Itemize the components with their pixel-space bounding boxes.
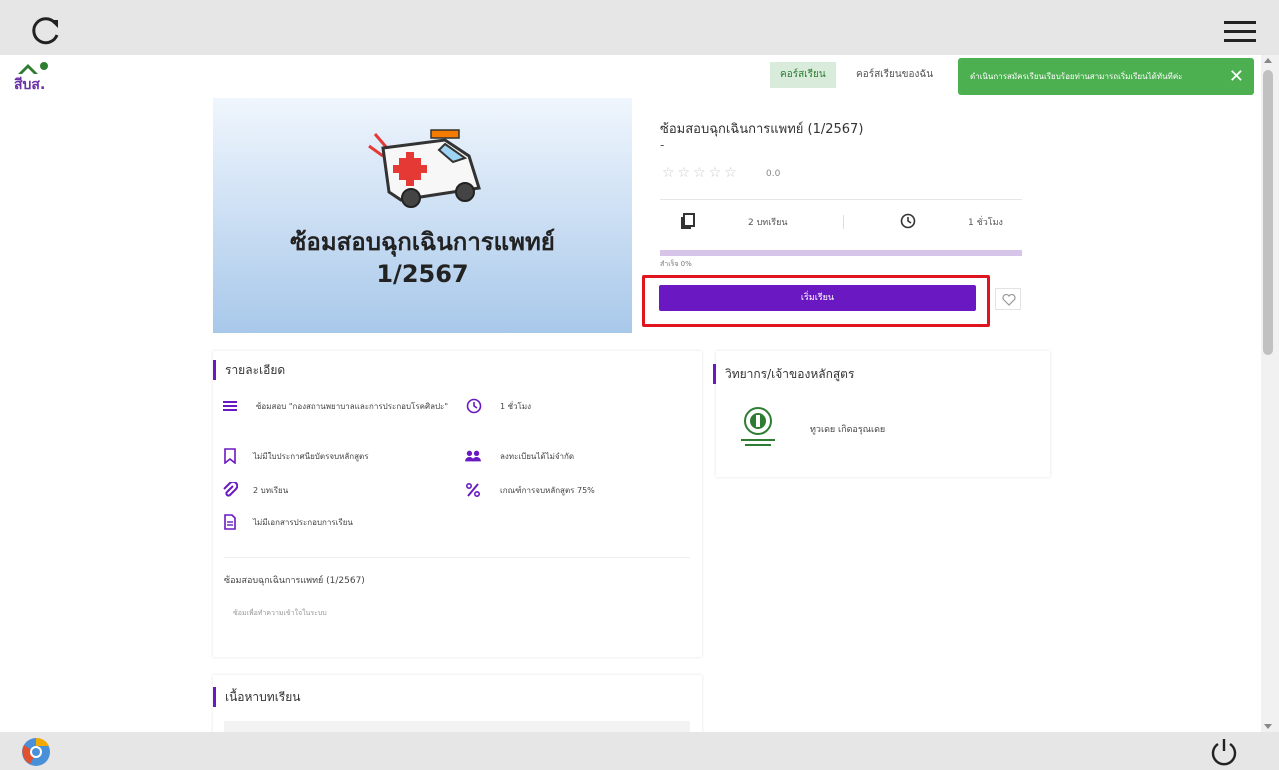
- site-logo-text: สีบส.: [14, 77, 46, 93]
- course-banner: ซ้อมสอบฉุกเฉินการแพทย์ 1/2567: [213, 98, 632, 333]
- detail-enrollment: ลงทะเบียนได้ไม่จำกัด: [500, 452, 575, 461]
- instructor-heading: วิทยากร/เจ้าของหลักสูตร: [713, 364, 854, 384]
- course-description: ซ้อมเพื่อทำความเข้าใจในระบบ: [233, 609, 327, 617]
- divider: [843, 215, 844, 229]
- taskbar: [0, 732, 1279, 770]
- toast-message: ดำเนินการสมัครเรียนเรียบร้อยท่านสามารถเร…: [970, 72, 1183, 81]
- progress-label: สำเร็จ 0%: [660, 260, 692, 268]
- ambulance-icon: [368, 129, 481, 208]
- users-icon: [465, 450, 481, 462]
- rating-value: 0.0: [766, 169, 781, 179]
- paperclip-icon: [223, 482, 238, 497]
- start-learning-button[interactable]: เริ่มเรียน: [659, 285, 976, 311]
- close-icon[interactable]: ✕: [1229, 58, 1244, 95]
- divider: [224, 557, 690, 558]
- detail-certificate: ไม่มีใบประกาศนียบัตรจบหลักสูตร: [253, 452, 369, 461]
- course-duration: 1 ชั่วโมง: [968, 218, 1003, 228]
- detail-criteria: เกณฑ์การจบหลักสูตร 75%: [500, 486, 595, 495]
- scroll-up-arrow-icon[interactable]: [1264, 58, 1272, 63]
- details-heading: รายละเอียด: [213, 360, 285, 380]
- scroll-down-arrow-icon[interactable]: [1264, 724, 1272, 729]
- favorite-button[interactable]: [995, 288, 1021, 310]
- document-icon: [224, 514, 236, 530]
- success-toast: ดำเนินการสมัครเรียนเรียบร้อยท่านสามารถเร…: [958, 58, 1254, 95]
- course-title: ซ้อมสอบฉุกเฉินการแพทย์ (1/2567): [660, 122, 864, 137]
- banner-title-line1: ซ้อมสอบฉุกเฉินการแพทย์: [290, 228, 555, 256]
- hamburger-menu-icon[interactable]: [1222, 17, 1258, 47]
- course-category: ซ้อมสอบ "กองสถานพยาบาลและการประกอบโรคศิล…: [256, 402, 449, 411]
- detail-documents: ไม่มีเอกสารประกอบการเรียน: [253, 518, 353, 527]
- divider: [660, 199, 1022, 200]
- lessons-icon: [681, 213, 695, 229]
- refresh-icon[interactable]: [28, 14, 64, 50]
- organization-logo: [741, 407, 775, 446]
- heart-icon: [1002, 294, 1016, 306]
- nav-tab-my-courses[interactable]: คอร์สเรียนของฉัน: [846, 62, 943, 88]
- bookmark-icon: [224, 448, 236, 464]
- clock-icon: [466, 398, 482, 414]
- detail-lessons: 2 บทเรียน: [253, 486, 289, 495]
- progress-bar: [660, 250, 1022, 256]
- scrollbar-thumb[interactable]: [1263, 70, 1273, 355]
- detail-duration: 1 ชั่วโมง: [500, 402, 532, 411]
- course-subtitle: -: [660, 138, 665, 152]
- web-page: สีบส. คอร์สเรียน คอร์สเรียนของฉัน ดำเนิน…: [0, 55, 1261, 732]
- nav-tab-courses[interactable]: คอร์สเรียน: [770, 62, 836, 88]
- top-bar: [0, 0, 1279, 55]
- content-heading: เนื้อหาบทเรียน: [213, 687, 300, 707]
- lesson-count: 2 บทเรียน: [748, 218, 788, 228]
- banner-title-line2: 1/2567: [376, 260, 469, 288]
- clock-icon: [900, 213, 916, 229]
- instructor-name[interactable]: ทูวเดย เกิดอรุณเดย: [810, 422, 885, 436]
- power-icon[interactable]: [1208, 736, 1240, 768]
- banner-title: ซ้อมสอบฉุกเฉินการแพทย์ 1/2567: [213, 226, 632, 290]
- percent-icon: [465, 482, 481, 498]
- course-subheading: ซ้อมสอบฉุกเฉินการแพทย์ (1/2567): [224, 576, 365, 586]
- content-list-bar: [224, 721, 690, 732]
- browser-logo-icon[interactable]: [20, 736, 52, 768]
- star-rating-icon: ☆☆☆☆☆: [662, 165, 740, 181]
